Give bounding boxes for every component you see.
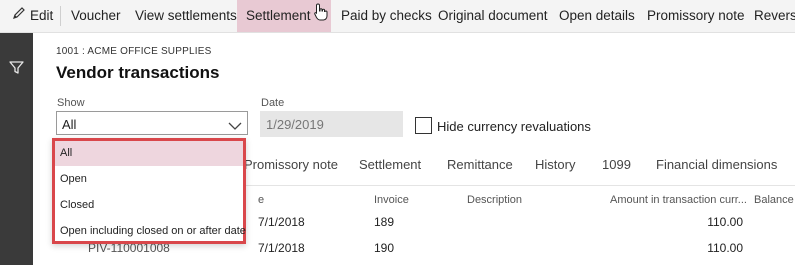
- toolbar-divider: [60, 6, 61, 26]
- pencil-icon: [12, 0, 26, 32]
- show-label: Show: [57, 97, 85, 109]
- column-header-amount[interactable]: Amount in transaction curr...: [610, 194, 747, 206]
- hide-currency-revaluations-checkbox[interactable]: [415, 117, 432, 134]
- open-details-button[interactable]: Open details: [559, 0, 635, 32]
- left-nav-strip: [0, 33, 33, 265]
- chevron-down-icon[interactable]: [228, 118, 242, 136]
- date-value: 1/29/2019: [266, 117, 324, 132]
- tab-financial-dimensions[interactable]: Financial dimensions: [656, 157, 777, 172]
- tab-settlement[interactable]: Settlement: [359, 157, 421, 172]
- dropdown-option-all[interactable]: All: [55, 141, 243, 166]
- tab-remittance[interactable]: Remittance: [447, 157, 513, 172]
- tab-promissory-note[interactable]: Promissory note: [244, 157, 338, 172]
- edit-button[interactable]: Edit: [12, 0, 53, 32]
- dropdown-option-open-including-closed[interactable]: Open including closed on or after date: [55, 219, 246, 244]
- tab-1099[interactable]: 1099: [602, 157, 631, 172]
- column-header-description[interactable]: Description: [467, 194, 522, 206]
- row-date: 7/1/2018: [258, 215, 305, 229]
- vendor-transactions-page: Edit Voucher View settlements Settlement…: [0, 0, 795, 265]
- page-title: Vendor transactions: [56, 63, 220, 82]
- hide-currency-revaluations-label: Hide currency revaluations: [437, 119, 591, 134]
- row-amount: 110.00: [707, 215, 743, 229]
- row-invoice: 190: [374, 241, 395, 255]
- voucher-button[interactable]: Voucher: [71, 0, 121, 32]
- promissory-note-button[interactable]: Promissory note: [647, 0, 745, 32]
- filter-icon[interactable]: [9, 60, 24, 80]
- hand-cursor-icon: [314, 3, 328, 26]
- column-header-invoice[interactable]: Invoice: [374, 194, 409, 206]
- dropdown-option-open[interactable]: Open: [55, 167, 243, 192]
- original-document-button[interactable]: Original document: [438, 0, 548, 32]
- row-amount: 110.00: [707, 241, 743, 255]
- action-toolbar: Edit Voucher View settlements Settlement…: [0, 0, 795, 33]
- date-field[interactable]: 1/29/2019: [260, 111, 403, 137]
- edit-label: Edit: [30, 8, 54, 23]
- column-header-balance[interactable]: Balance i: [754, 194, 795, 206]
- row-date: 7/1/2018: [258, 241, 305, 255]
- dropdown-option-closed[interactable]: Closed: [55, 193, 243, 218]
- breadcrumb: 1001 : ACME OFFICE SUPPLIES: [56, 46, 212, 57]
- column-header-date[interactable]: e: [258, 194, 264, 206]
- date-label: Date: [261, 97, 285, 109]
- row-invoice: 189: [374, 215, 395, 229]
- tab-history[interactable]: History: [535, 157, 575, 172]
- show-dropdown-list: All Open Closed Open including closed on…: [52, 138, 246, 244]
- view-settlements-button[interactable]: View settlements: [135, 0, 237, 32]
- paid-by-checks-button[interactable]: Paid by checks: [341, 0, 432, 32]
- reverse-button[interactable]: Reverse: [754, 0, 795, 32]
- show-selected-value: All: [62, 117, 77, 132]
- show-select[interactable]: All: [56, 111, 248, 135]
